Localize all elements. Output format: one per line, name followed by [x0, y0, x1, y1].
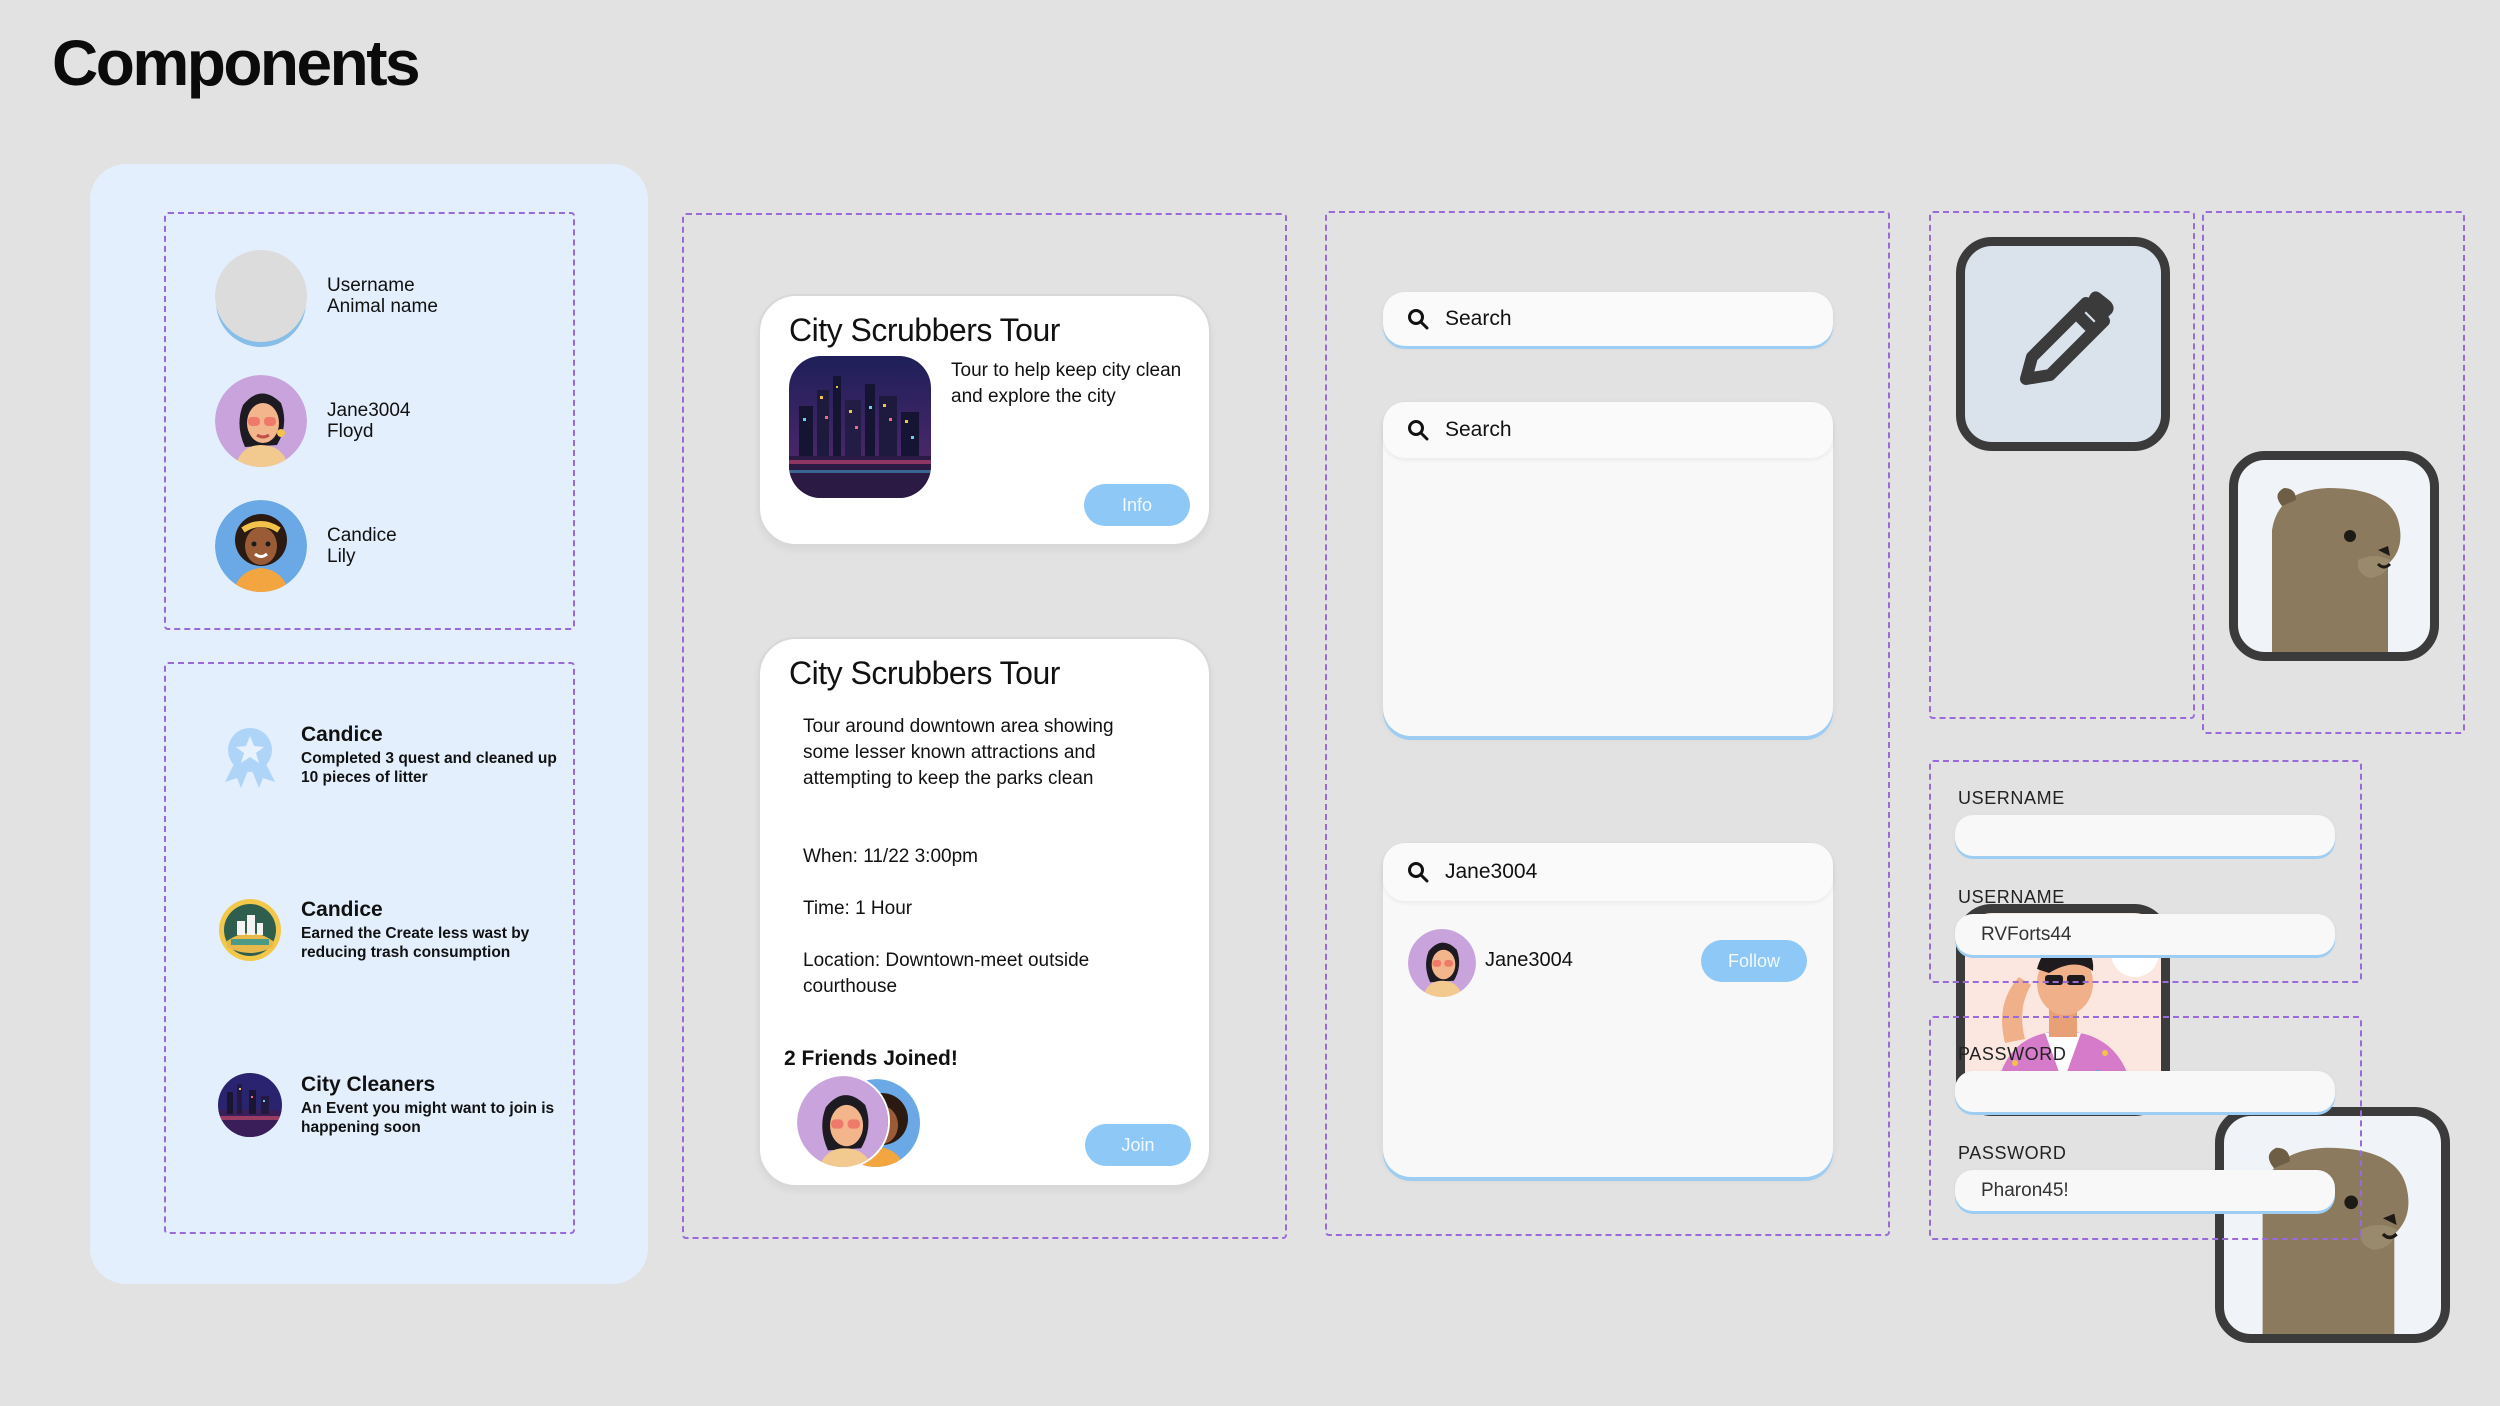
search-bar[interactable]: Jane3004: [1383, 843, 1833, 901]
tour-when: When: 11/22 3:00pm: [803, 846, 978, 867]
notification-body: An Event you might want to join is happe…: [301, 1100, 555, 1136]
otter-icon: [2272, 488, 2401, 652]
edit-tile[interactable]: [1956, 237, 2170, 451]
award-ribbon-icon: [215, 720, 285, 790]
search-placeholder: Search: [1445, 418, 1512, 441]
user-name: Username: [327, 275, 415, 296]
username-input-filled[interactable]: RVForts44: [1955, 914, 2335, 955]
info-button[interactable]: Info: [1084, 484, 1190, 526]
notification-title: City Cleaners: [301, 1073, 436, 1096]
city-night-icon: [215, 1070, 285, 1140]
join-button[interactable]: Join: [1085, 1124, 1191, 1166]
otter-tile[interactable]: [2229, 451, 2439, 661]
user-list-item[interactable]: Jane3004 Floyd: [215, 375, 410, 467]
search-bar[interactable]: Search: [1383, 292, 1833, 346]
password-label: PASSWORD: [1958, 1143, 2067, 1163]
tour-title: City Scrubbers Tour: [789, 655, 1060, 691]
tour-time: Time: 1 Hour: [803, 898, 913, 919]
notification-item[interactable]: Candice Earned the Create less wast by r…: [215, 895, 561, 965]
password-input-filled[interactable]: Pharon45!: [1955, 1170, 2335, 1211]
pencil-icon: [2020, 291, 2114, 385]
search-query: Jane3004: [1445, 860, 1538, 883]
tour-card-large[interactable]: City Scrubbers Tour Tour around downtown…: [758, 637, 1211, 1187]
follow-button[interactable]: Follow: [1701, 940, 1807, 982]
password-input-empty[interactable]: [1955, 1071, 2335, 1112]
notification-item[interactable]: Candice Completed 3 quest and cleaned up…: [215, 720, 561, 790]
notification-body: Completed 3 quest and cleaned up 10 piec…: [301, 750, 557, 786]
avatar: [215, 375, 307, 467]
tour-location: Location: Downtown-meet outside courthou…: [803, 950, 1090, 997]
city-image: [789, 356, 931, 498]
search-icon: [1408, 862, 1429, 883]
search-dropdown[interactable]: Search: [1383, 402, 1833, 736]
user-name: Jane3004: [327, 400, 411, 421]
username-label: USERNAME: [1958, 887, 2065, 907]
search-bar[interactable]: Search: [1383, 402, 1833, 458]
result-username: Jane3004: [1485, 949, 1573, 971]
result-avatar: [1408, 929, 1476, 997]
badge-icon: [215, 895, 285, 965]
tour-description: Tour around downtown area showing some l…: [803, 716, 1114, 789]
tour-description: Tour to help keep city clean and explore…: [951, 360, 1182, 407]
friend-avatar: [795, 1074, 890, 1169]
animal-name: Lily: [327, 546, 356, 567]
password-label: PASSWORD: [1958, 1044, 2067, 1064]
user-list-item[interactable]: Candice Lily: [215, 500, 397, 592]
tour-title: City Scrubbers Tour: [789, 312, 1060, 348]
notification-title: Candice: [301, 898, 383, 921]
search-results[interactable]: Jane3004 Jane3004 Follow: [1383, 843, 1833, 1177]
search-icon: [1408, 420, 1429, 441]
animal-name: Animal name: [327, 296, 438, 317]
page-title: Components: [52, 27, 421, 99]
username-label: USERNAME: [1958, 788, 2065, 808]
search-icon: [1408, 309, 1429, 330]
notification-body: Earned the Create less wast by reducing …: [301, 925, 530, 961]
notification-item[interactable]: City Cleaners An Event you might want to…: [215, 1070, 561, 1140]
search-placeholder: Search: [1445, 307, 1512, 330]
avatar-placeholder: [215, 250, 307, 342]
avatar: [215, 500, 307, 592]
user-list-item[interactable]: Username Animal name: [215, 250, 438, 342]
animal-name: Floyd: [327, 421, 374, 442]
tour-card-small[interactable]: City Scrubbers Tour Tour to help keep ci…: [758, 294, 1211, 546]
username-input-empty[interactable]: [1955, 815, 2335, 856]
woman-headband-avatar: [215, 500, 307, 592]
friends-joined-label: 2 Friends Joined!: [784, 1047, 958, 1070]
woman-sunglasses-avatar: [215, 375, 307, 467]
notification-title: Candice: [301, 723, 383, 746]
user-name: Candice: [327, 525, 397, 546]
